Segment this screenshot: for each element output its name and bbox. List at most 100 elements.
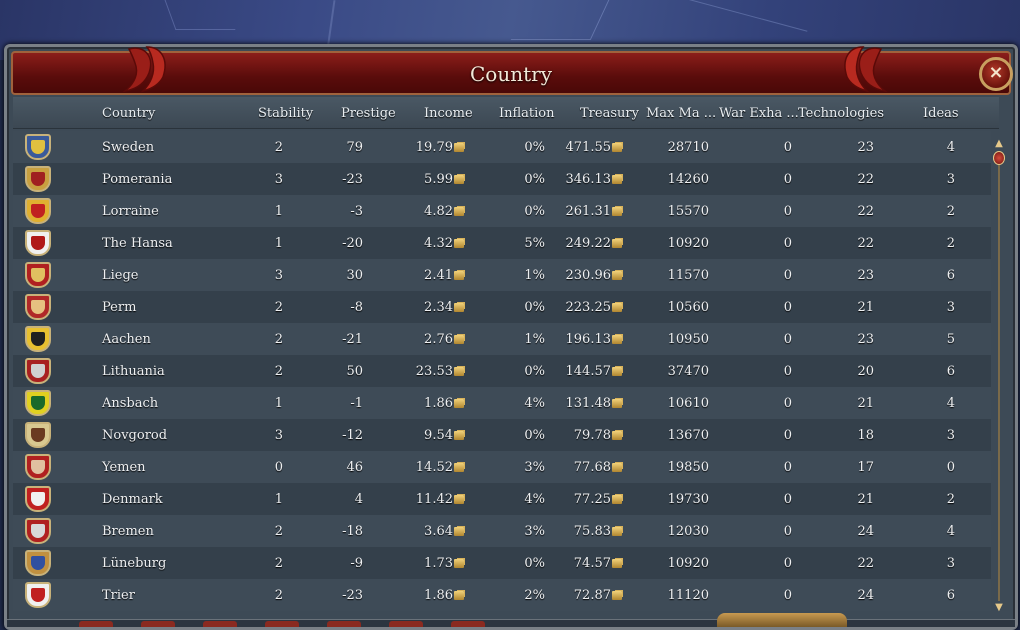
- table-row[interactable]: Bremen 2 -18 3.64 3% 75.83 12030 0 24 4: [13, 515, 991, 547]
- cell-technologies-value: 21: [857, 492, 874, 507]
- cell-war-exhaustion: 0: [784, 172, 792, 187]
- cell-country: Yemen: [102, 460, 146, 475]
- country-flag-icon[interactable]: [25, 294, 51, 320]
- cell-income: 1.73: [424, 556, 464, 571]
- country-flag-icon[interactable]: [25, 134, 51, 160]
- close-button[interactable]: ×: [979, 57, 1013, 91]
- column-header-income[interactable]: Income: [424, 106, 473, 121]
- ducats-icon: [612, 399, 622, 408]
- table-row[interactable]: Lorraine 1 -3 4.82 0% 261.31 15570 0 22 2: [13, 195, 991, 227]
- cell-technologies: 17: [857, 460, 874, 475]
- country-flag-icon[interactable]: [25, 230, 51, 256]
- bottom-tab[interactable]: [141, 621, 175, 627]
- table-row[interactable]: The Hansa 1 -20 4.32 5% 249.22 10920 0 22 2: [13, 227, 991, 259]
- flag-emblem-icon: [31, 492, 45, 506]
- country-flag-icon[interactable]: [25, 262, 51, 288]
- cell-stability-value: 3: [274, 268, 283, 283]
- column-header-prestige[interactable]: Prestige: [341, 106, 396, 121]
- country-flag-icon[interactable]: [25, 326, 51, 352]
- cell-income-value: 9.54: [424, 428, 453, 443]
- cell-income: 23.53: [416, 364, 464, 379]
- table-row[interactable]: Yemen 0 46 14.52 3% 77.68 19850 0 17 0: [13, 451, 991, 483]
- scroll-thumb[interactable]: [993, 151, 1005, 165]
- cell-inflation: 1%: [524, 332, 545, 347]
- table-row[interactable]: Lithuania 2 50 23.53 0% 144.57 37470 0 20 6: [13, 355, 991, 387]
- table-row[interactable]: Trier 2 -23 1.86 2% 72.87 11120 0 24 6: [13, 579, 991, 611]
- bottom-tab[interactable]: [79, 621, 113, 627]
- table-row[interactable]: Sweden 2 79 19.79 0% 471.55 28710 0 23 4: [13, 131, 991, 163]
- column-header-inflation[interactable]: Inflation: [499, 106, 555, 121]
- cell-technologies: 22: [857, 556, 874, 571]
- cell-prestige: 79: [346, 140, 363, 155]
- cell-prestige: 4: [355, 492, 363, 507]
- country-flag-icon[interactable]: [25, 518, 51, 544]
- column-header-max-manpower[interactable]: Max Ma ...: [646, 106, 716, 121]
- cell-ideas-value: 3: [946, 428, 955, 443]
- scroll-up-icon[interactable]: ▲: [993, 139, 1005, 149]
- ducats-icon: [612, 271, 622, 280]
- cell-inflation: 4%: [524, 492, 545, 507]
- country-flag-icon[interactable]: [25, 198, 51, 224]
- bottom-tab[interactable]: [327, 621, 361, 627]
- cell-country: Bremen: [102, 524, 154, 539]
- bottom-tab[interactable]: [451, 621, 485, 627]
- cell-treasury: 79.78: [574, 428, 622, 443]
- cell-prestige-value: -12: [342, 428, 363, 443]
- cell-treasury-value: 77.25: [573, 492, 611, 507]
- column-header-ideas[interactable]: Ideas: [923, 106, 959, 121]
- cell-prestige-value: -20: [342, 236, 363, 251]
- table-row[interactable]: Liege 3 30 2.41 1% 230.96 11570 0 23 6: [13, 259, 991, 291]
- cell-war-exhaustion-value: 0: [783, 492, 792, 507]
- cell-inflation: 4%: [524, 396, 545, 411]
- column-header-technologies[interactable]: Technologies: [798, 106, 884, 121]
- cell-treasury: 77.68: [574, 460, 622, 475]
- cell-stability: 3: [275, 172, 283, 187]
- column-header-war-exhaustion[interactable]: War Exha ...: [719, 106, 799, 121]
- ducats-icon: [612, 239, 622, 248]
- country-flag-icon[interactable]: [25, 550, 51, 576]
- column-header-treasury[interactable]: Treasury: [580, 106, 639, 121]
- cell-income-value: 2.34: [424, 300, 453, 315]
- ducats-icon: [454, 527, 464, 536]
- country-flag-icon[interactable]: [25, 358, 51, 384]
- cell-max-manpower-value: 10920: [667, 556, 709, 571]
- table-row[interactable]: Perm 2 -8 2.34 0% 223.25 10560 0 21 3: [13, 291, 991, 323]
- cell-technologies-value: 20: [857, 364, 874, 379]
- country-flag-icon[interactable]: [25, 422, 51, 448]
- cell-stability: 2: [275, 332, 283, 347]
- country-flag-icon[interactable]: [25, 486, 51, 512]
- cell-inflation: 3%: [524, 460, 545, 475]
- bottom-tab[interactable]: [265, 621, 299, 627]
- flag-emblem-icon: [31, 300, 45, 314]
- table-row[interactable]: Ansbach 1 -1 1.86 4% 131.48 10610 0 21 4: [13, 387, 991, 419]
- bottom-tab[interactable]: [203, 621, 237, 627]
- cell-max-manpower-value: 12030: [667, 524, 709, 539]
- scroll-track[interactable]: [998, 165, 1000, 601]
- country-flag-icon[interactable]: [25, 390, 51, 416]
- ducats-icon: [454, 431, 464, 440]
- cell-treasury: 77.25: [574, 492, 622, 507]
- table-row[interactable]: Aachen 2 -21 2.76 1% 196.13 10950 0 23 5: [13, 323, 991, 355]
- table-row[interactable]: Pomerania 3 -23 5.99 0% 346.13 14260 0 22 3: [13, 163, 991, 195]
- table-row[interactable]: Denmark 1 4 11.42 4% 77.25 19730 0 21 2: [13, 483, 991, 515]
- column-header-stability[interactable]: Stability: [258, 106, 313, 121]
- ducats-icon: [612, 303, 622, 312]
- cell-inflation: 1%: [524, 268, 545, 283]
- country-flag-icon[interactable]: [25, 582, 51, 608]
- cell-ideas: 3: [947, 172, 955, 187]
- cell-war-exhaustion-value: 0: [783, 236, 792, 251]
- cell-inflation-value: 3%: [524, 524, 545, 539]
- flag-emblem-icon: [31, 364, 45, 378]
- country-flag-icon[interactable]: [25, 166, 51, 192]
- column-header-country[interactable]: Country: [102, 106, 155, 121]
- bottom-tab[interactable]: [389, 621, 423, 627]
- flag-emblem-icon: [31, 588, 45, 602]
- scroll-down-icon[interactable]: ▼: [993, 603, 1005, 613]
- country-flag-icon[interactable]: [25, 454, 51, 480]
- vertical-scrollbar[interactable]: ▲ ▼: [993, 139, 1005, 617]
- cell-technologies-value: 22: [857, 204, 874, 219]
- cell-country-value: Liege: [102, 268, 139, 283]
- table-row[interactable]: Novgorod 3 -12 9.54 0% 79.78 13670 0 18 3: [13, 419, 991, 451]
- table-row[interactable]: Lüneburg 2 -9 1.73 0% 74.57 10920 0 22 3: [13, 547, 991, 579]
- cell-technologies-value: 24: [857, 588, 874, 603]
